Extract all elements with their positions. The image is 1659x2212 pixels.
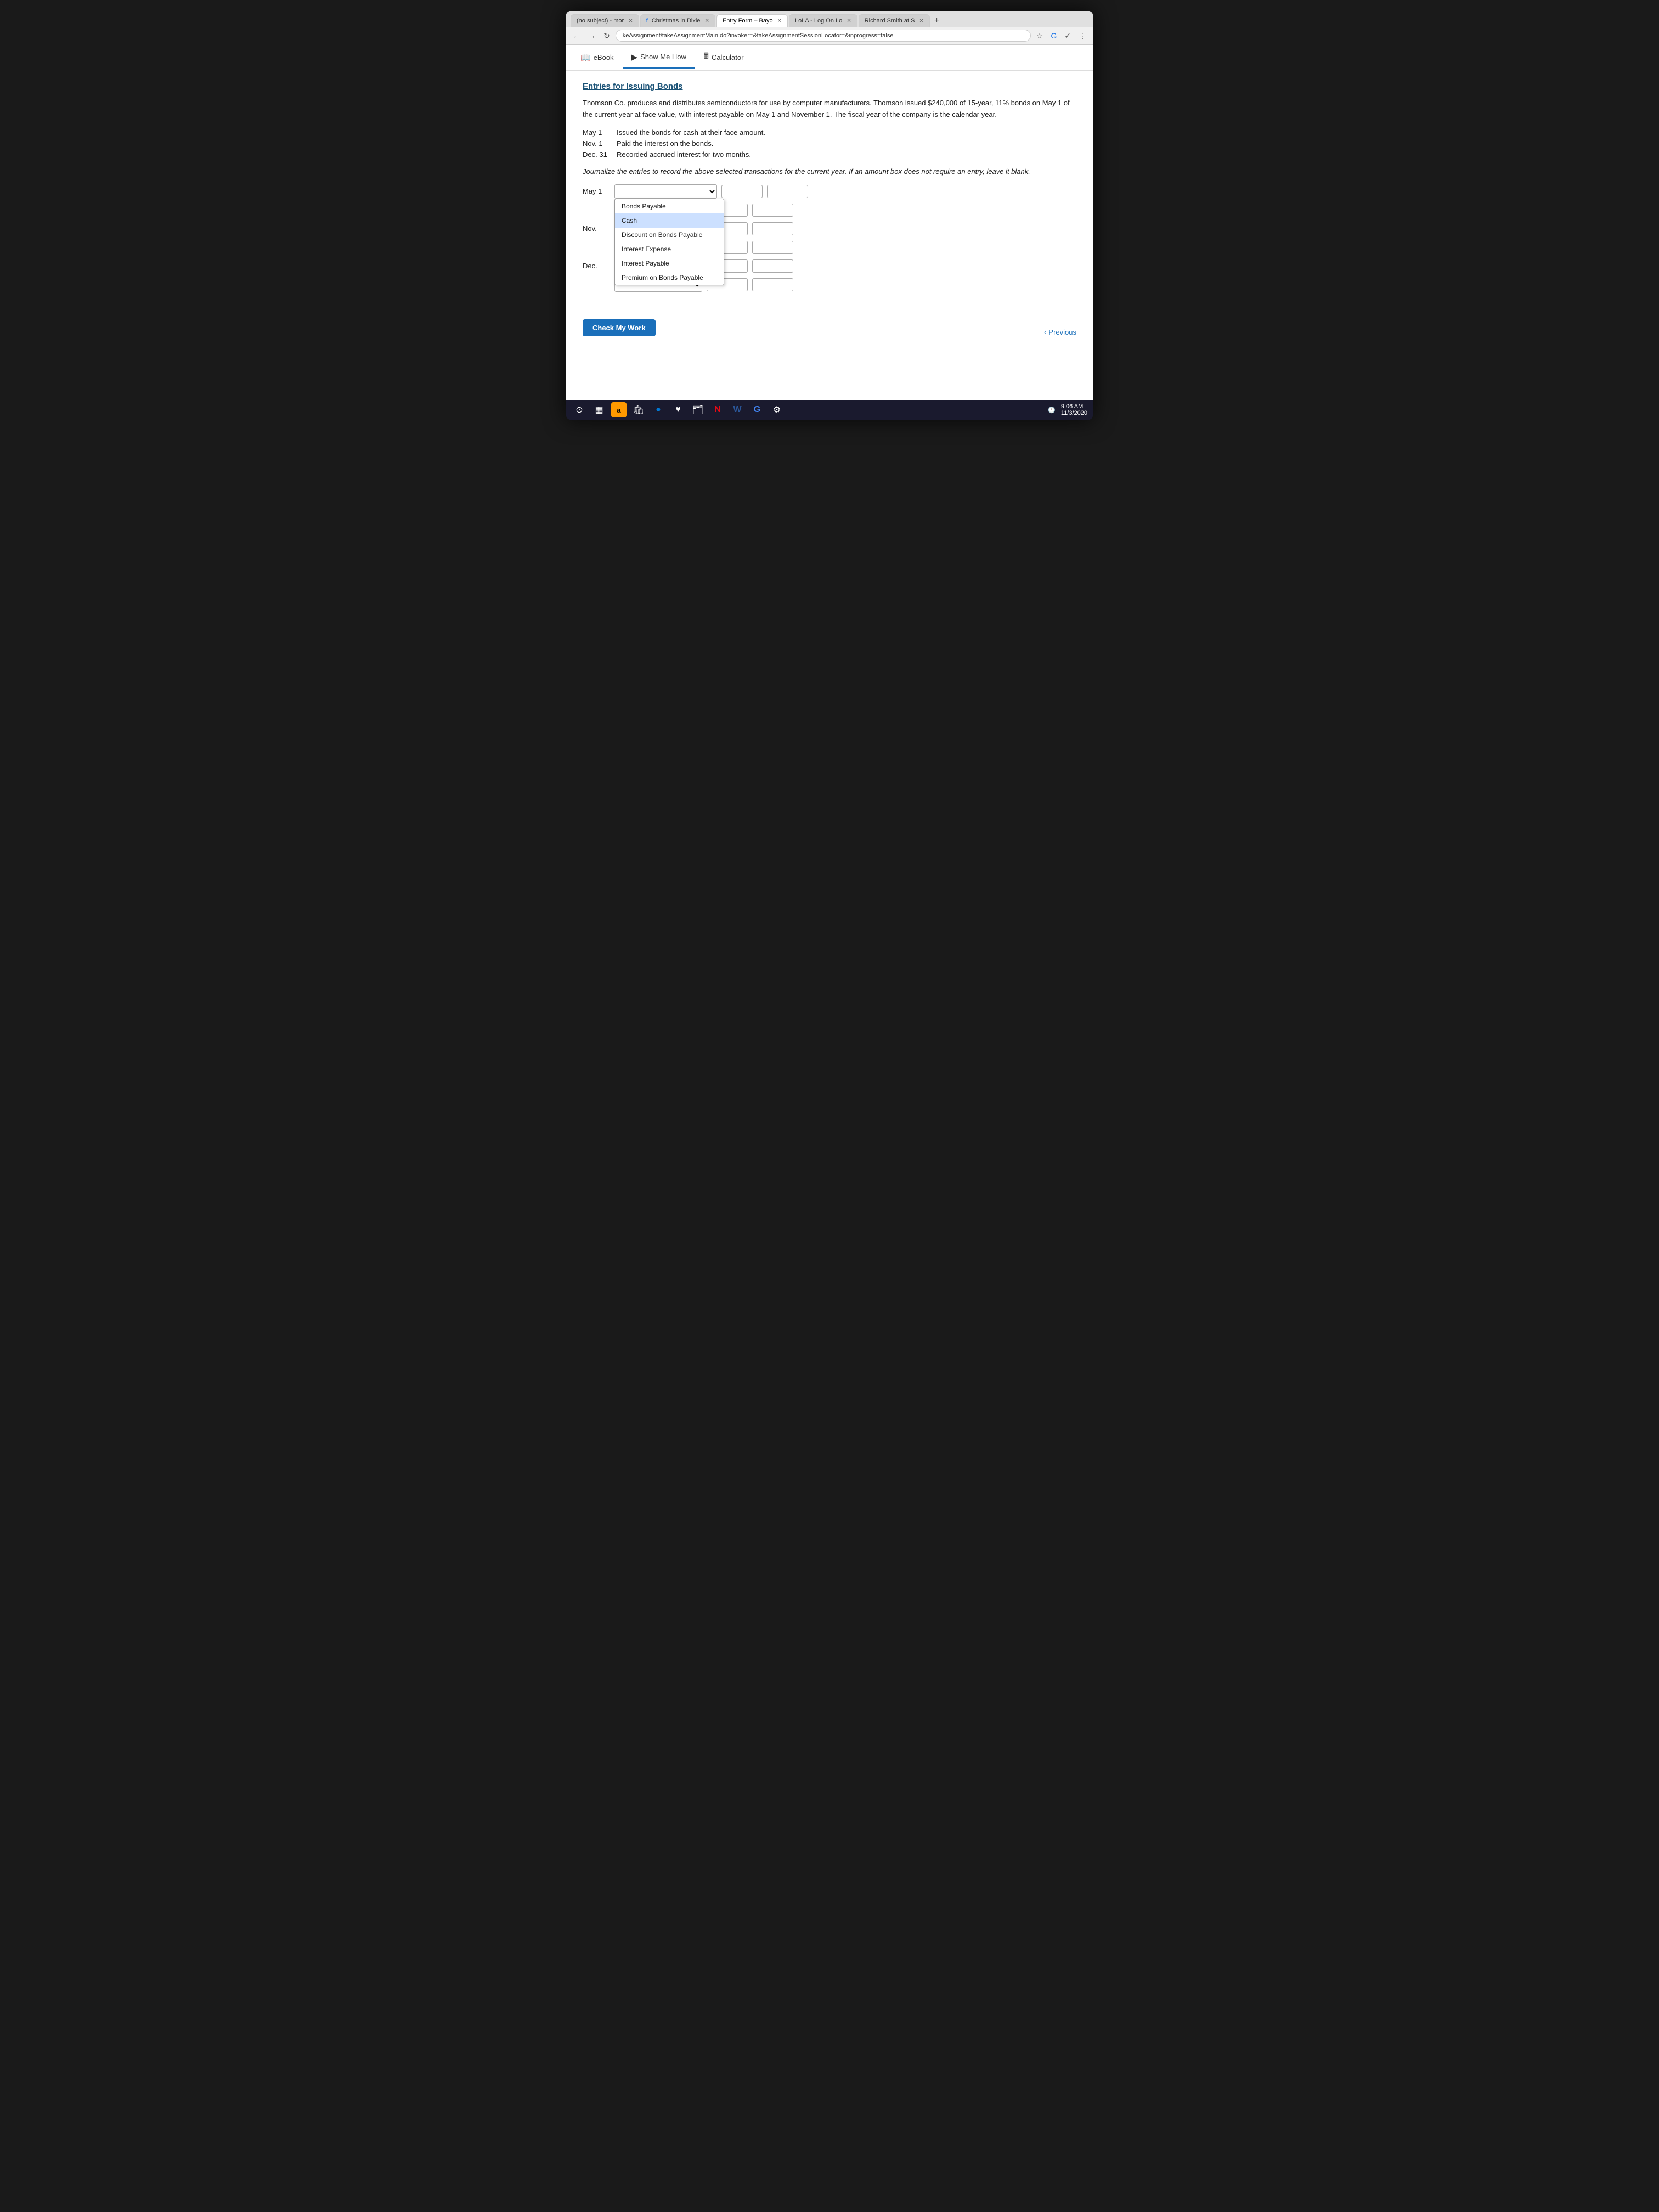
new-tab-button[interactable]: + [931,16,943,26]
tab-close-icon[interactable]: ✕ [777,18,782,24]
tab-entry-form[interactable]: Entry Form – Bayo ✕ [716,14,788,27]
dropdown-item-discount[interactable]: Discount on Bonds Payable [615,228,724,242]
dropdown-item-cash[interactable]: Cash [615,213,724,228]
datetime-display: 9:06 AM 11/3/2020 [1061,403,1087,416]
tab-richard[interactable]: Richard Smith at S ✕ [859,14,930,27]
chrome-icon[interactable]: G [749,402,765,417]
dropdown-item-interest-payable[interactable]: Interest Payable [615,256,724,270]
ebook-button[interactable]: 📖 eBook [572,47,623,68]
tab-close-icon[interactable]: ✕ [919,18,923,24]
dropdown-menu: Bonds Payable Cash Discount on Bonds Pay… [614,199,724,285]
debit-input-1[interactable] [721,185,763,198]
settings-icon[interactable]: ⚙ [769,402,785,417]
tab-lola[interactable]: LoLA - Log On Lo ✕ [789,14,857,27]
address-bar-row: ← → ↻ ☆ G ✓ ⋮ [566,27,1093,44]
credit-input-3[interactable] [752,222,793,235]
menu-button[interactable]: ⋮ [1076,30,1088,42]
chevron-left-icon: ‹ [1044,328,1046,336]
files-icon[interactable]: 🗂 [690,402,706,417]
transaction-date: Dec. 31 [583,150,610,159]
word-icon[interactable]: W [730,402,745,417]
play-icon: ▶ [631,52,638,62]
date-may1: May 1 [583,187,610,195]
transaction-date: May 1 [583,128,610,137]
transaction-item: May 1 Issued the bonds for cash at their… [583,128,1076,137]
tab-close-icon[interactable]: ✕ [628,18,633,24]
account-select-1[interactable]: Bonds Payable Cash Discount on Bonds Pay… [614,184,717,199]
edge-icon[interactable]: ● [651,402,666,417]
amazon-icon[interactable]: a [611,402,627,417]
main-content: Entries for Issuing Bonds Thomson Co. pr… [566,71,1093,400]
hearts-icon[interactable]: ♥ [670,402,686,417]
extensions-button[interactable]: ✓ [1062,30,1073,42]
store-icon[interactable]: 🛍 [631,402,646,417]
transaction-item: Nov. 1 Paid the interest on the bonds. [583,139,1076,148]
forward-button[interactable]: → [586,30,598,41]
instruction-text: Journalize the entries to record the abo… [583,167,1076,176]
netflix-icon[interactable]: N [710,402,725,417]
date-dec: Dec. [583,262,610,270]
credit-input-2[interactable] [752,204,793,217]
tab-no-subject[interactable]: (no subject) - mor ✕ [571,14,639,27]
check-my-work-button[interactable]: Check My Work [583,319,656,336]
tab-christmas[interactable]: f Christmas in Dixie ✕ [640,14,715,27]
transaction-item: Dec. 31 Recorded accrued interest for tw… [583,150,1076,159]
date-nov: Nov. [583,224,610,233]
facebook-icon: f [646,18,648,24]
dropdown-item-premium[interactable]: Premium on Bonds Payable [615,270,724,285]
taskbar: ⊙ ▦ a 🛍 ● ♥ 🗂 N W G ⚙ 🕐 9:06 AM 11/3/202… [566,400,1093,420]
start-button[interactable]: ⊙ [572,402,587,417]
book-icon: 📖 [580,53,591,63]
refresh-button[interactable]: ↻ [601,30,612,42]
credit-input-5[interactable] [752,259,793,273]
transaction-list: May 1 Issued the bonds for cash at their… [583,128,1076,159]
dropdown-item-interest-expense[interactable]: Interest Expense [615,242,724,256]
taskbar-right: 🕐 9:06 AM 11/3/2020 [1048,403,1087,416]
profile-button[interactable]: G [1048,30,1059,41]
task-view-button[interactable]: ▦ [591,402,607,417]
journal-form: May 1 Bonds Payable Cash Discount on Bon… [583,184,1076,292]
credit-input-4[interactable] [752,241,793,254]
transaction-desc: Issued the bonds for cash at their face … [617,128,765,137]
transaction-desc: Paid the interest on the bonds. [617,139,713,148]
tab-close-icon[interactable]: ✕ [704,18,709,24]
credit-input-6[interactable] [752,278,793,291]
show-me-how-button[interactable]: ▶ Show Me How [623,47,695,69]
dropdown-item-bonds[interactable]: Bonds Payable [615,199,724,213]
journal-row-may1: May 1 Bonds Payable Cash Discount on Bon… [583,184,1076,199]
problem-text: Thomson Co. produces and distributes sem… [583,98,1076,121]
transaction-date: Nov. 1 [583,139,610,148]
calculator-icon: 🖩 [704,50,709,64]
tab-bar: (no subject) - mor ✕ f Christmas in Dixi… [566,11,1093,27]
calculator-button[interactable]: 🖩 Calculator [695,45,753,70]
section-title: Entries for Issuing Bonds [583,82,1076,91]
clock-icon: 🕐 [1048,407,1056,414]
previous-button[interactable]: ‹ Previous [1044,328,1076,336]
transaction-desc: Recorded accrued interest for two months… [617,150,751,159]
credit-input-1[interactable] [767,185,808,198]
address-input[interactable] [616,30,1031,42]
back-button[interactable]: ← [571,30,583,41]
account-dropdown-container: Bonds Payable Cash Discount on Bonds Pay… [614,184,717,199]
bookmark-button[interactable]: ☆ [1034,30,1046,42]
taskbar-left: ⊙ ▦ a 🛍 ● ♥ 🗂 N W G ⚙ [572,402,785,417]
tab-close-icon[interactable]: ✕ [847,18,851,24]
app-toolbar: 📖 eBook ▶ Show Me How 🖩 Calculator [566,45,1093,71]
